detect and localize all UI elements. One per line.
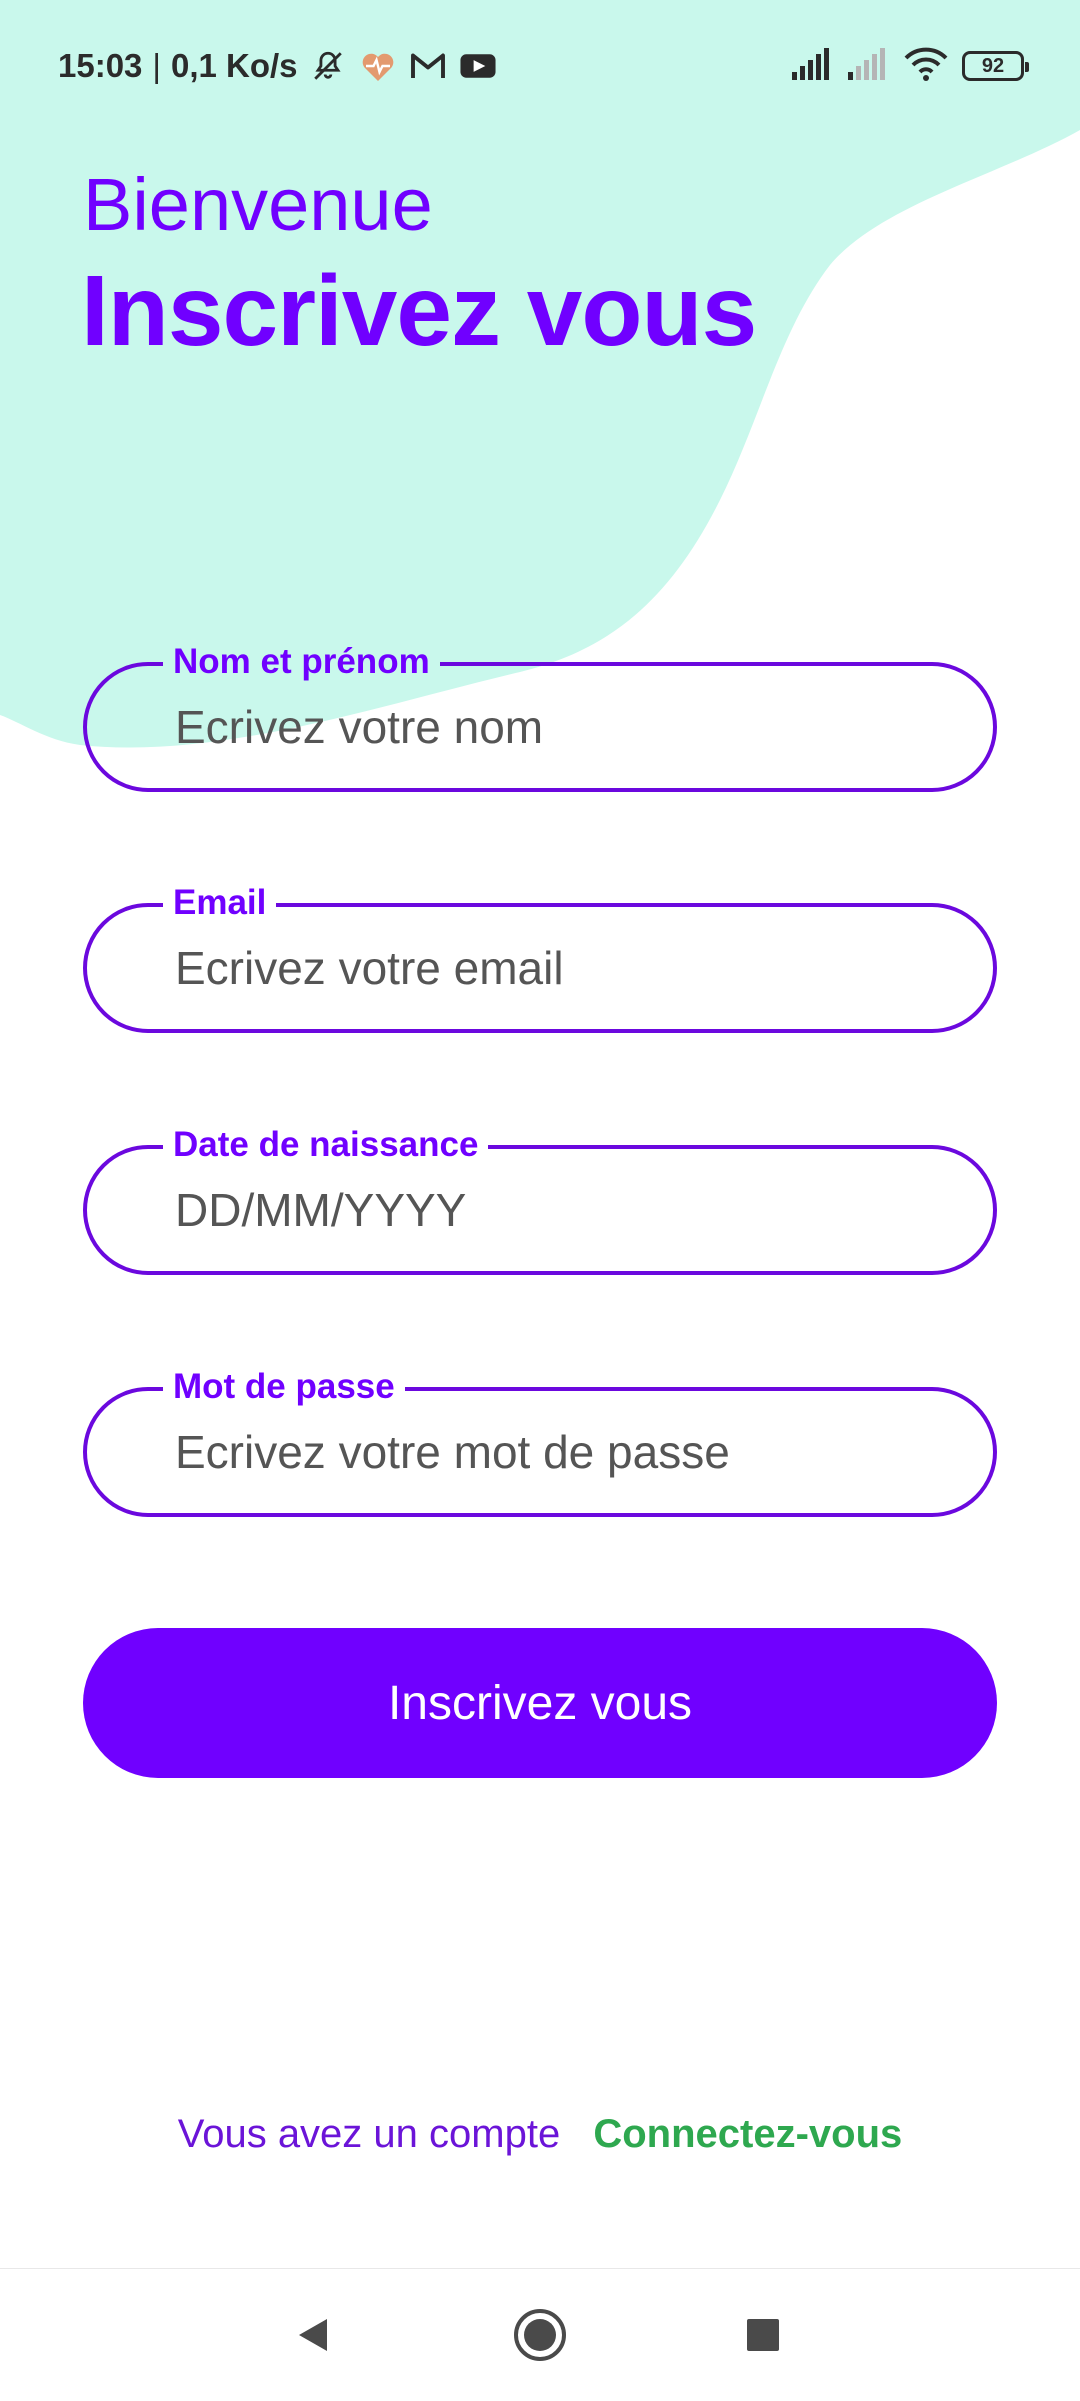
status-right: 92 — [792, 44, 1029, 88]
recents-icon[interactable] — [733, 2305, 793, 2365]
password-input[interactable]: Ecrivez votre mot de passe — [175, 1391, 730, 1513]
wifi-icon — [904, 47, 948, 86]
battery-icon: 92 — [962, 51, 1029, 81]
battery-level: 92 — [981, 54, 1005, 77]
status-separator: | — [152, 47, 161, 84]
bell-off-icon — [308, 46, 348, 86]
status-left: 15:03 | 0,1 Ko/s — [58, 44, 498, 88]
login-prompt: Vous avez un compte Connectez-vous — [0, 2112, 1080, 2157]
gmail-icon — [408, 46, 448, 86]
greeting-text: Bienvenue — [83, 163, 433, 246]
back-icon[interactable] — [283, 2305, 343, 2365]
birthdate-input[interactable]: DD/MM/YYYY — [175, 1149, 466, 1271]
email-field[interactable]: Email Ecrivez votre email — [83, 879, 997, 1033]
navigation-bar — [0, 2268, 1080, 2401]
login-link[interactable]: Connectez-vous — [593, 2112, 902, 2156]
email-input[interactable]: Ecrivez votre email — [175, 907, 564, 1029]
network-speed: 0,1 Ko/s — [170, 47, 298, 84]
status-bar: 15:03 | 0,1 Ko/s 92 — [0, 0, 1080, 134]
name-input[interactable]: Ecrivez votre nom — [175, 666, 543, 788]
heart-rate-icon — [358, 46, 398, 86]
birthdate-field[interactable]: Date de naissance DD/MM/YYYY — [83, 1121, 997, 1275]
status-time: 15:03 — [58, 47, 143, 84]
password-field[interactable]: Mot de passe Ecrivez votre mot de passe — [83, 1363, 997, 1517]
signal-weak-icon — [848, 47, 890, 85]
page-title: Inscrivez vous — [81, 255, 757, 367]
youtube-icon — [458, 46, 498, 86]
login-prompt-text: Vous avez un compte — [177, 2112, 561, 2156]
home-icon[interactable] — [510, 2305, 570, 2365]
signup-button-label: Inscrivez vous — [387, 1676, 693, 1730]
name-field[interactable]: Nom et prénom Ecrivez votre nom — [83, 638, 997, 792]
signal-icon — [792, 47, 834, 85]
signup-button[interactable]: Inscrivez vous — [83, 1628, 997, 1778]
